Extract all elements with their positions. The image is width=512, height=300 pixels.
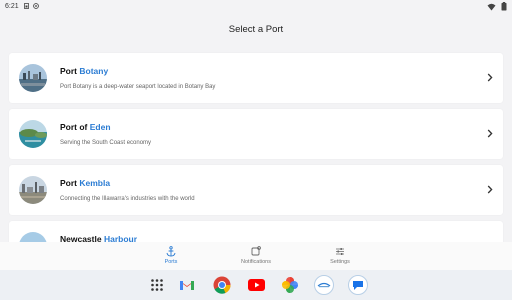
port-card-botany[interactable]: Port Botany Port Botany is a deep-water …	[9, 53, 503, 103]
port-title: Port Kembla	[60, 178, 111, 188]
ports-app-icon[interactable]	[314, 275, 334, 295]
port-thumbnail	[19, 176, 47, 204]
system-dock	[0, 270, 512, 300]
app-drawer-icon[interactable]	[148, 276, 166, 294]
port-list: Port Botany Port Botany is a deep-water …	[0, 44, 512, 242]
port-thumbnail	[19, 64, 47, 92]
chevron-right-icon	[487, 73, 493, 82]
port-title: Port of Eden	[60, 122, 111, 132]
nav-label-settings: Settings	[330, 259, 350, 265]
youtube-icon[interactable]	[247, 276, 265, 294]
status-time: 6:21	[5, 3, 19, 10]
port-title: Newcastle Harbour	[60, 234, 138, 242]
chevron-right-icon	[487, 129, 493, 138]
chrome-icon[interactable]	[213, 276, 231, 294]
port-thumbnail	[19, 120, 47, 148]
port-card-newcastle[interactable]: Newcastle Harbour	[9, 221, 503, 242]
port-description: Serving the South Coast economy	[60, 140, 152, 146]
page-header: Select a Port	[0, 14, 512, 44]
chevron-right-icon	[487, 185, 493, 194]
sliders-icon	[336, 247, 344, 255]
nav-label-notifications: Notifications	[241, 259, 271, 265]
nav-tab-settings[interactable]: Settings	[310, 245, 370, 265]
port-description: Port Botany is a deep-water seaport loca…	[60, 84, 216, 90]
wifi-icon	[487, 3, 496, 10]
nav-tab-notifications[interactable]: Notifications	[226, 245, 286, 265]
messages-icon[interactable]	[348, 275, 368, 295]
port-card-kembla[interactable]: Port Kembla Connecting the Illawarra's i…	[9, 165, 503, 215]
gmail-icon[interactable]	[178, 276, 196, 294]
port-thumbnail	[19, 232, 47, 242]
notification-icon	[251, 246, 261, 256]
port-description: Connecting the Illawarra's industries wi…	[60, 196, 195, 202]
bottom-navigation: Ports Notifications Settings	[0, 242, 512, 270]
battery-icon	[501, 2, 507, 11]
port-title: Port Botany	[60, 66, 109, 76]
page-title: Select a Port	[228, 23, 284, 35]
anchor-icon	[166, 245, 176, 256]
port-card-eden[interactable]: Port of Eden Serving the South Coast eco…	[9, 109, 503, 159]
photos-icon[interactable]	[281, 276, 299, 294]
sim-icon	[24, 3, 29, 9]
nav-label-ports: Ports	[164, 259, 178, 265]
status-bar: 6:21	[0, 0, 512, 14]
sync-icon	[33, 3, 39, 9]
nav-tab-ports[interactable]: Ports	[141, 245, 201, 265]
